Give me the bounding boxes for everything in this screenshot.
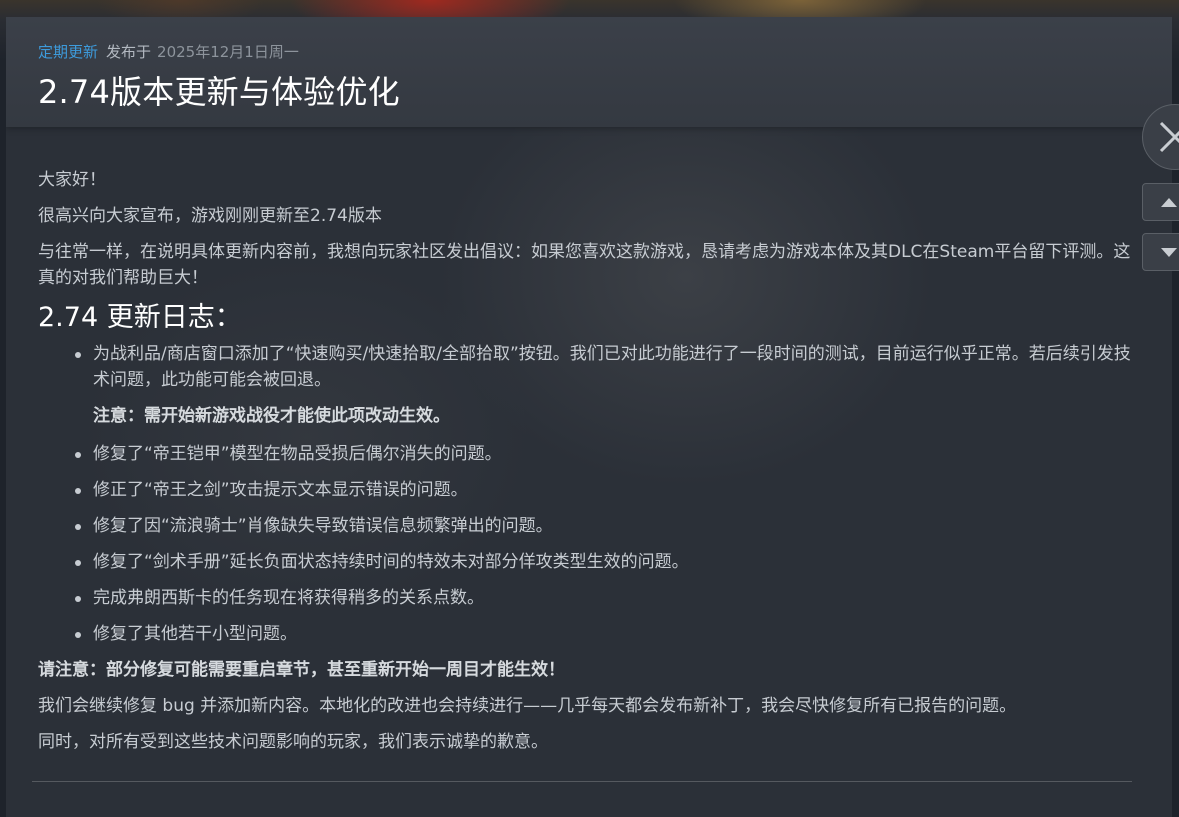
warning-text: 请注意：部分修复可能需要重启章节，甚至重新开始一周目才能生效！: [38, 660, 565, 680]
published-label: 发布于: [106, 43, 152, 61]
list-item-text: 为战利品/商店窗口添加了“快速购买/快速拾取/全部拾取”按钮。我们已对此功能进行…: [93, 344, 1131, 390]
first-item-note: 注意：需开始新游戏战役才能使此项改动生效。: [93, 406, 450, 426]
event-header: 定期更新 发布于 2025年12月1日周一 2.74版本更新与体验优化: [6, 17, 1172, 127]
list-item-text: 修复了因“流浪骑士”肖像缺失导致错误信息频繁弹出的问题。: [93, 516, 553, 536]
event-type-tag[interactable]: 定期更新: [38, 43, 98, 61]
bullet: [75, 352, 81, 358]
intro-text: 很高兴向大家宣布，游戏刚刚更新至2.74版本: [38, 206, 382, 226]
review-request-text: 与往常一样，在说明具体更新内容前，我想向玩家社区发出倡议：如果您喜欢这款游戏，恳…: [38, 242, 1131, 288]
list-item: 修复了其他若干小型问题。: [75, 621, 1138, 647]
divider: [32, 781, 1132, 782]
list-item-text: 修复了“剑术手册”延长负面状态持续时间的特效未对部分佯攻类型生效的问题。: [93, 552, 689, 572]
event-meta: 定期更新 发布于 2025年12月1日周一: [38, 41, 299, 62]
chevron-down-icon: [1161, 248, 1177, 257]
previous-event-button[interactable]: [1142, 183, 1179, 221]
greeting-text: 大家好！: [38, 170, 106, 190]
event-body: 大家好！ 很高兴向大家宣布，游戏刚刚更新至2.74版本 与往常一样，在说明具体更…: [38, 167, 1138, 765]
chevron-up-icon: [1161, 198, 1177, 207]
event-panel: 定期更新 发布于 2025年12月1日周一 2.74版本更新与体验优化 大家好！ 很…: [6, 17, 1172, 817]
published-date: 2025年12月1日周一: [157, 43, 299, 61]
list-item: 修复了“剑术手册”延长负面状态持续时间的特效未对部分佯攻类型生效的问题。: [75, 549, 1138, 575]
apology-text: 同时，对所有受到这些技术问题影响的玩家，我们表示诚挚的歉意。: [38, 732, 548, 752]
list-item: 修复了“帝王铠甲”模型在物品受损后偶尔消失的问题。: [75, 441, 1138, 467]
bullet: [75, 632, 81, 638]
continue-text: 我们会继续修复 bug 并添加新内容。本地化的改进也会持续进行——几乎每天都会发…: [38, 696, 1017, 716]
list-item-text: 修正了“帝王之剑”攻击提示文本显示错误的问题。: [93, 480, 468, 500]
list-item-text: 完成弗朗西斯卡的任务现在将获得稍多的关系点数。: [93, 588, 484, 608]
list-item-text: 修复了其他若干小型问题。: [93, 624, 297, 644]
list-item: 为战利品/商店窗口添加了“快速购买/快速拾取/全部拾取”按钮。我们已对此功能进行…: [75, 341, 1138, 393]
close-icon: [1159, 121, 1179, 153]
bullet: [75, 524, 81, 530]
bullet: [75, 452, 81, 458]
event-title: 2.74版本更新与体验优化: [38, 73, 400, 111]
changelog-list: 为战利品/商店窗口添加了“快速购买/快速拾取/全部拾取”按钮。我们已对此功能进行…: [38, 341, 1138, 393]
changelog-list-rest: 修复了“帝王铠甲”模型在物品受损后偶尔消失的问题。 修正了“帝王之剑”攻击提示文…: [38, 441, 1138, 647]
list-item-text: 修复了“帝王铠甲”模型在物品受损后偶尔消失的问题。: [93, 444, 502, 464]
bullet: [75, 596, 81, 602]
list-item: 修复了因“流浪骑士”肖像缺失导致错误信息频繁弹出的问题。: [75, 513, 1138, 539]
list-item: 完成弗朗西斯卡的任务现在将获得稍多的关系点数。: [75, 585, 1138, 611]
list-item: 修正了“帝王之剑”攻击提示文本显示错误的问题。: [75, 477, 1138, 503]
changelog-heading: 2.74 更新日志：: [38, 302, 242, 333]
bullet: [75, 488, 81, 494]
next-event-button[interactable]: [1142, 233, 1179, 271]
bullet: [75, 560, 81, 566]
